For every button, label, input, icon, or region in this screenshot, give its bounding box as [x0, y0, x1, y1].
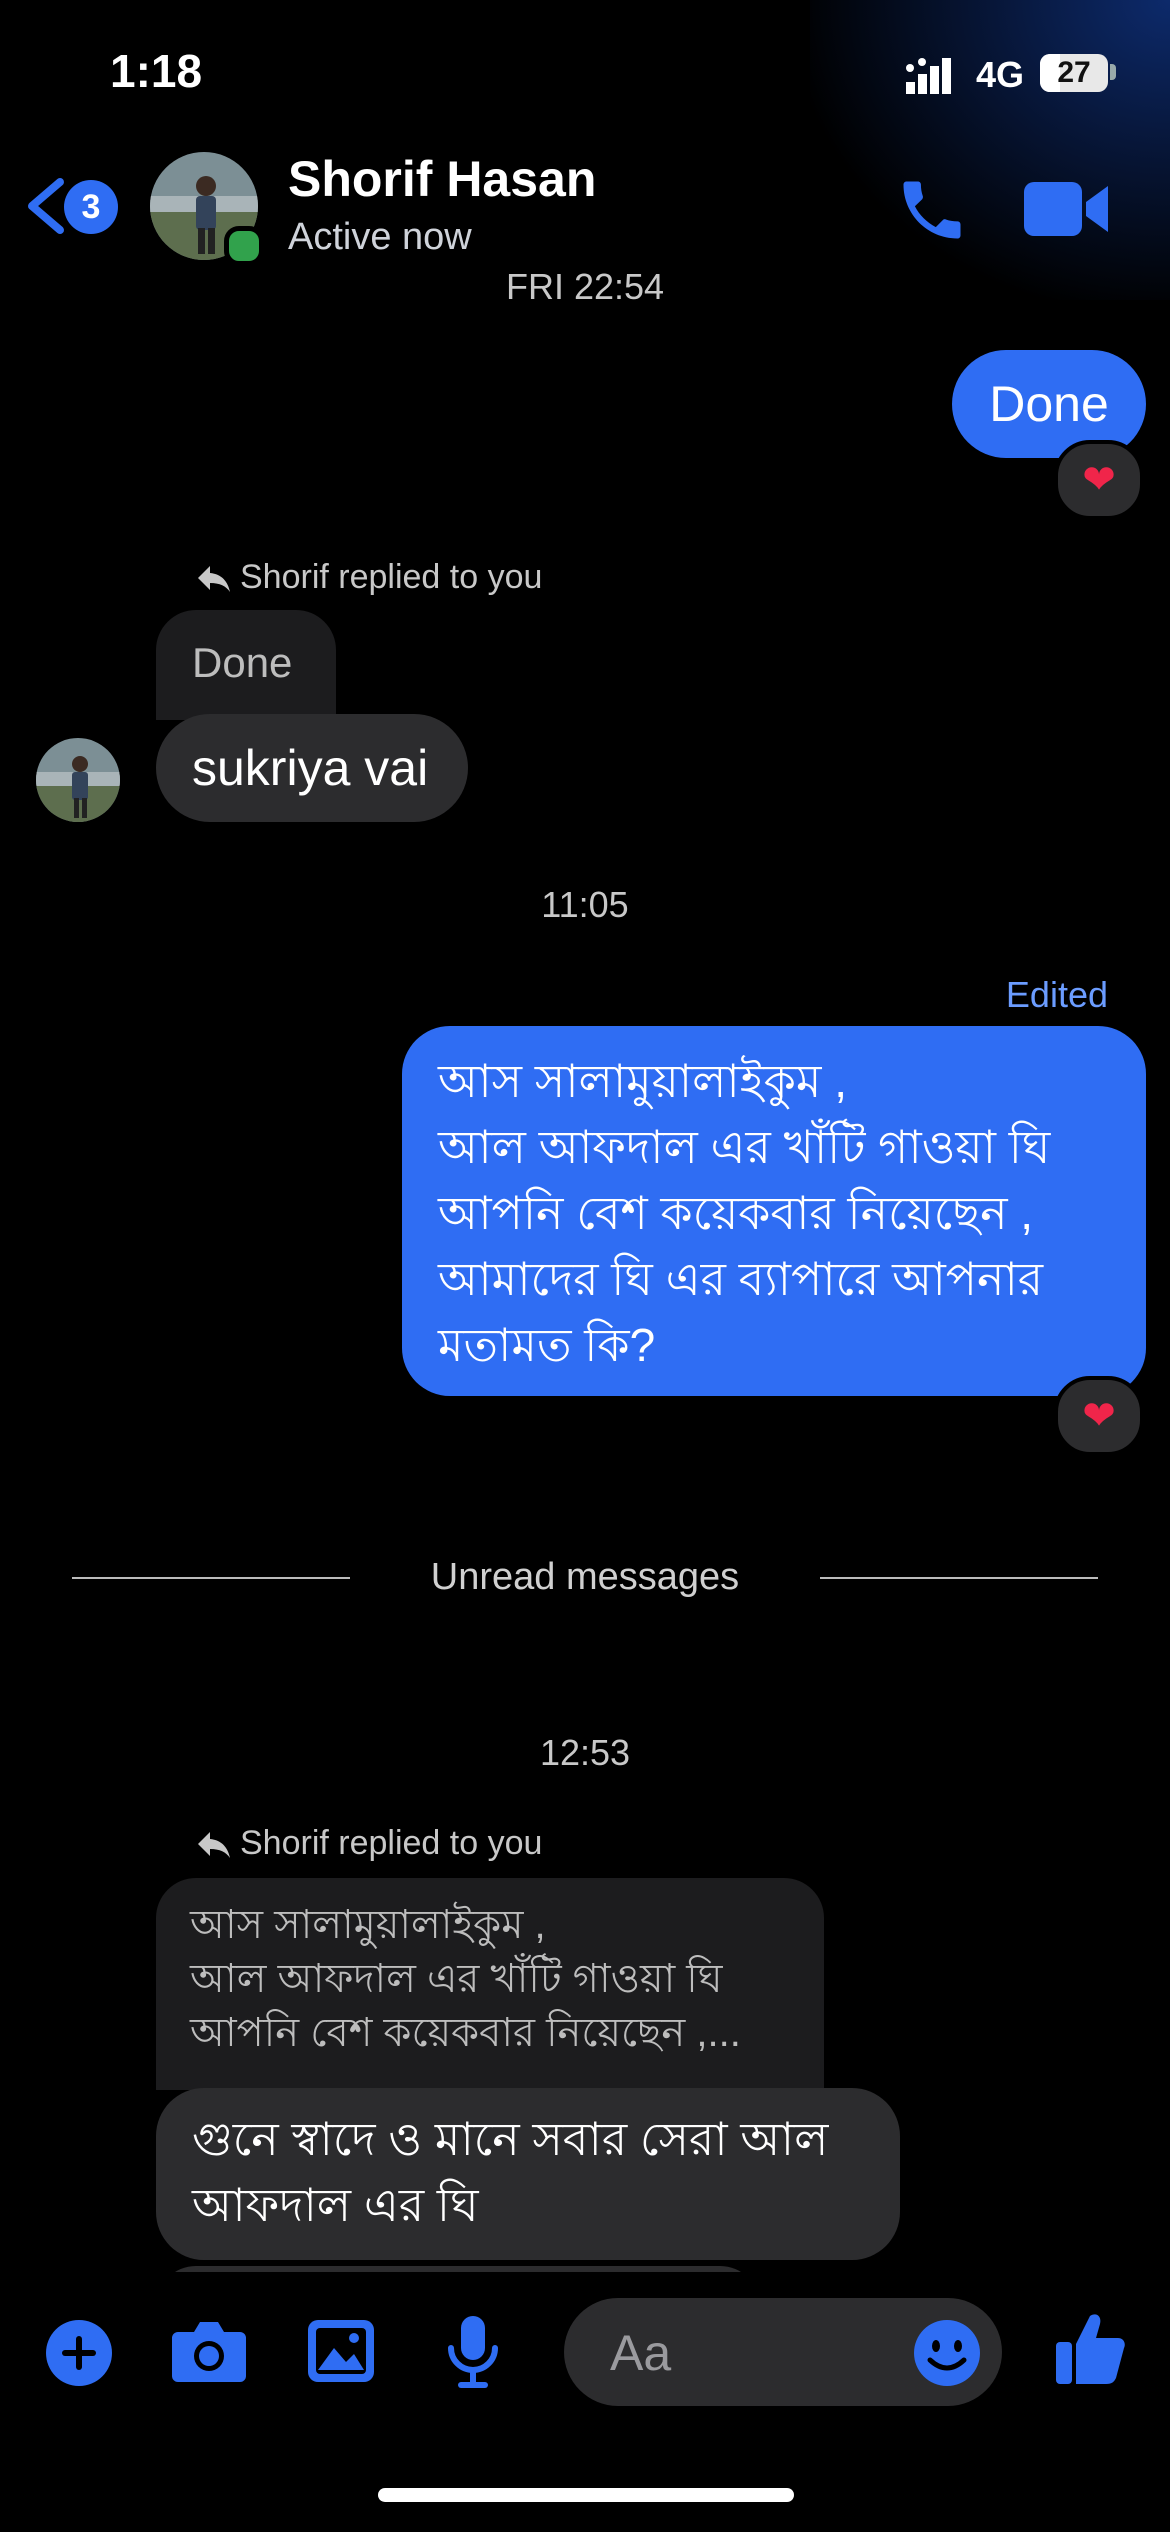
received-message-bubble[interactable]: গুনে স্বাদে ও মানে সবার সেরা আল আফদাল এর… — [156, 2088, 900, 2260]
network-type: 4G — [976, 54, 1025, 95]
battery-icon: 27 — [1040, 54, 1108, 92]
battery-nub — [1110, 64, 1116, 80]
edited-label: Edited — [1005, 974, 1108, 1015]
timestamp-separator: FRI 22:54 — [505, 266, 665, 307]
contact-active-status: Active now — [288, 216, 472, 258]
sent-message-bubble[interactable]: আস সালামুয়ালাইকুম , আল আফদাল এর খাঁটি গ… — [402, 1026, 1146, 1396]
emoji-icon[interactable] — [912, 2318, 982, 2388]
reaction-heart-icon: ❤ — [1082, 458, 1116, 502]
online-status-dot — [224, 226, 264, 266]
thumbs-up-icon[interactable] — [1054, 2310, 1126, 2386]
contact-name[interactable]: Shorif Hasan — [288, 150, 596, 208]
phone-icon[interactable] — [894, 172, 970, 248]
message-line: আফদাল এর ঘি — [192, 2179, 479, 2231]
quoted-line: আপনি বেশ কয়েকবার নিয়েছেন ,... — [190, 2011, 741, 2055]
reply-note-text: Shorif replied to you — [240, 558, 543, 596]
reply-arrow-icon — [198, 1832, 230, 1859]
message-line: গুনে স্বাদে ও মানে সবার সেরা আল — [192, 2113, 829, 2165]
signal-icon — [906, 58, 951, 94]
quoted-line: আল আফদাল এর খাঁটি গাওয়া ঘি — [190, 1957, 723, 2001]
timestamp-separator: 12:53 — [539, 1732, 631, 1773]
quoted-line: আস সালামুয়ালাইকুম , — [190, 1903, 546, 1947]
unread-count-badge[interactable]: 3 — [64, 180, 118, 234]
heart-reaction[interactable]: ❤ — [1054, 1376, 1144, 1456]
reply-arrow-icon — [198, 566, 230, 593]
quoted-message[interactable]: Done — [156, 610, 336, 720]
reply-indicator: Shorif replied to you — [196, 1824, 542, 1863]
message-line: আল আফদাল এর খাঁটি গাওয়া ঘি — [438, 1121, 1051, 1173]
message-line: মতামত কি? — [438, 1319, 656, 1371]
message-line: আপনি বেশ কয়েকবার নিয়েছেন , — [438, 1187, 1034, 1239]
plus-icon[interactable] — [44, 2318, 114, 2388]
contact-avatar-small — [36, 738, 120, 822]
received-message-bubble[interactable]: sukriya vai — [156, 714, 468, 822]
message-line: আমাদের ঘি এর ব্যাপারে আপনার — [438, 1253, 1044, 1305]
divider — [820, 1577, 1098, 1579]
battery-level: 27 — [1057, 56, 1091, 89]
gallery-icon[interactable] — [306, 2318, 376, 2384]
timestamp-separator: 11:05 — [541, 884, 629, 925]
camera-icon[interactable] — [170, 2318, 248, 2384]
reply-note-text: Shorif replied to you — [240, 1824, 543, 1862]
top-right-glow — [810, 0, 1170, 300]
message-input-placeholder[interactable]: Aa — [610, 2324, 671, 2382]
reply-indicator: Shorif replied to you — [196, 558, 542, 597]
heart-reaction[interactable]: ❤ — [1054, 440, 1144, 520]
reaction-heart-icon: ❤ — [1082, 1394, 1116, 1438]
message-line: আস সালামুয়ালাইকুম , — [438, 1055, 847, 1107]
video-camera-icon[interactable] — [1022, 176, 1110, 242]
status-time: 1:18 — [110, 45, 203, 97]
quoted-message[interactable]: আস সালামুয়ালাইকুম , আল আফদাল এর খাঁটি গ… — [156, 1878, 824, 2090]
home-indicator — [378, 2488, 794, 2502]
microphone-icon[interactable] — [446, 2314, 500, 2390]
